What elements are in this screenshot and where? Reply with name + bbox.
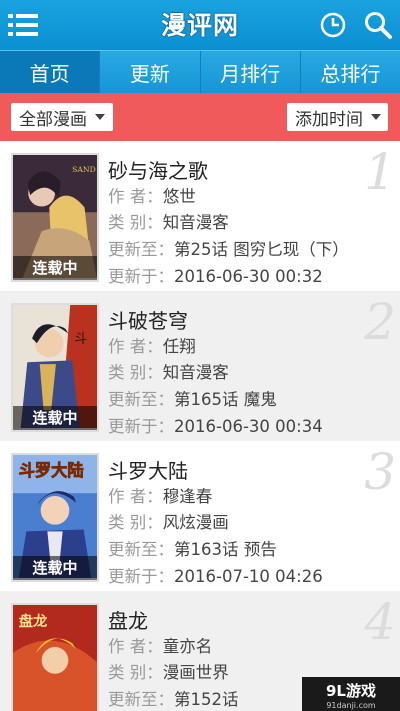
- type-row: 类 别：知音漫客: [108, 209, 229, 233]
- author-label: 作 者：: [108, 187, 163, 206]
- svg-text:SAND: SAND: [72, 165, 96, 174]
- tab-total-ranking[interactable]: 总排行: [301, 51, 400, 93]
- watermark-name: 9L游戏: [326, 682, 376, 700]
- updated-to-label: 更新至：: [108, 690, 174, 709]
- top-bar: 漫评网: [0, 0, 400, 50]
- sort-dropdown[interactable]: 添加时间: [287, 103, 388, 131]
- update-time-row: 更新于：2016-06-30 00:34: [108, 413, 323, 437]
- comic-title[interactable]: 砂与海之歌: [108, 155, 208, 184]
- svg-text:斗罗大陆: 斗罗大陆: [19, 461, 84, 480]
- type-row: 类 别：知音漫客: [108, 359, 229, 383]
- comic-cover[interactable]: 盘龙: [11, 603, 99, 711]
- chevron-down-icon: [371, 114, 381, 120]
- comic-cover[interactable]: 斗 连载中: [11, 303, 99, 432]
- comic-cover[interactable]: 斗罗大陆 连载中: [11, 453, 99, 582]
- updated-to-label: 更新至：: [108, 540, 174, 559]
- status-badge: 连载中: [13, 256, 97, 280]
- type-value: 知音漫客: [162, 363, 229, 382]
- update-time: 2016-07-10 04:26: [174, 567, 323, 586]
- latest-chapter-row: 更新至：第165话 魔鬼: [108, 386, 277, 410]
- sort-value: 添加时间: [295, 109, 363, 130]
- type-label: 类 别：: [108, 513, 163, 532]
- list-item[interactable]: 斗罗大陆 连载中 斗罗大陆 作 者：穆逢春 类 别：风炫漫画 更新至：第163话…: [0, 441, 400, 591]
- updated-to-label: 更新至：: [108, 240, 174, 259]
- author-value: 童亦名: [162, 637, 213, 656]
- watermark-logo: 9L游戏 91danji.com: [302, 677, 400, 711]
- comic-title[interactable]: 斗罗大陆: [108, 455, 188, 484]
- updated-on-label: 更新于：: [108, 267, 174, 286]
- comic-cover[interactable]: SAND 连载中: [11, 153, 99, 282]
- type-row: 类 别：漫画世界: [108, 659, 229, 683]
- comic-list: SAND 连载中 砂与海之歌 作 者：悠世 类 别：知音漫客 更新至：第25话 …: [0, 141, 400, 711]
- category-value: 全部漫画: [19, 109, 87, 130]
- latest-chapter-row: 更新至：第152话: [108, 686, 239, 710]
- nav-tabs: 首页 更新 月排行 总排行: [0, 50, 400, 93]
- rank-number: 1: [364, 143, 396, 201]
- search-icon[interactable]: [363, 10, 393, 40]
- type-label: 类 别：: [108, 363, 163, 382]
- tab-updates[interactable]: 更新: [100, 51, 201, 93]
- type-value: 风炫漫画: [162, 513, 229, 532]
- author-value: 穆逢春: [162, 487, 213, 506]
- tab-home[interactable]: 首页: [0, 51, 101, 93]
- svg-text:盘龙: 盘龙: [19, 612, 48, 630]
- rank-number: 3: [364, 443, 396, 501]
- list-item[interactable]: SAND 连载中 砂与海之歌 作 者：悠世 类 别：知音漫客 更新至：第25话 …: [0, 141, 400, 291]
- comic-title[interactable]: 盘龙: [108, 605, 148, 634]
- category-dropdown[interactable]: 全部漫画: [11, 103, 113, 131]
- rank-number: 4: [364, 593, 396, 651]
- author-row: 作 者：穆逢春: [108, 483, 212, 507]
- latest-chapter: 第165话 魔鬼: [174, 390, 277, 409]
- status-badge: 连载中: [13, 406, 97, 430]
- status-badge: 连载中: [13, 556, 97, 580]
- clock-icon[interactable]: [319, 11, 347, 39]
- update-time: 2016-06-30 00:34: [174, 417, 323, 436]
- type-value: 知音漫客: [162, 213, 229, 232]
- updated-on-label: 更新于：: [108, 567, 174, 586]
- updated-to-label: 更新至：: [108, 390, 174, 409]
- type-label: 类 别：: [108, 213, 163, 232]
- latest-chapter-row: 更新至：第25话 图穷匕现（下）: [108, 236, 349, 260]
- author-label: 作 者：: [108, 637, 163, 656]
- updated-on-label: 更新于：: [108, 417, 174, 436]
- filter-bar: 全部漫画 添加时间: [0, 93, 400, 141]
- cover-image: 盘龙: [13, 605, 97, 711]
- chevron-down-icon: [95, 114, 105, 120]
- latest-chapter: 第163话 预告: [174, 540, 277, 559]
- author-row: 作 者：任翔: [108, 333, 196, 357]
- latest-chapter: 第152话: [174, 690, 239, 709]
- update-time-row: 更新于：2016-07-10 04:26: [108, 563, 323, 587]
- author-value: 任翔: [162, 337, 196, 356]
- list-item[interactable]: 斗 连载中 斗破苍穹 作 者：任翔 类 别：知音漫客 更新至：第165话 魔鬼 …: [0, 291, 400, 441]
- type-label: 类 别：: [108, 663, 163, 682]
- author-label: 作 者：: [108, 487, 163, 506]
- rank-number: 2: [364, 293, 396, 351]
- svg-text:斗: 斗: [74, 332, 87, 347]
- watermark-url: 91danji.com: [326, 701, 376, 710]
- tab-monthly-ranking[interactable]: 月排行: [201, 51, 301, 93]
- type-value: 漫画世界: [162, 663, 229, 682]
- author-row: 作 者：童亦名: [108, 633, 212, 657]
- latest-chapter: 第25话 图穷匕现（下）: [174, 240, 349, 259]
- author-row: 作 者：悠世: [108, 183, 196, 207]
- latest-chapter-row: 更新至：第163话 预告: [108, 536, 277, 560]
- update-time-row: 更新于：2016-06-30 00:32: [108, 263, 323, 287]
- author-value: 悠世: [162, 187, 196, 206]
- author-label: 作 者：: [108, 337, 163, 356]
- type-row: 类 别：风炫漫画: [108, 509, 229, 533]
- update-time: 2016-06-30 00:32: [174, 267, 323, 286]
- comic-title[interactable]: 斗破苍穹: [108, 305, 188, 334]
